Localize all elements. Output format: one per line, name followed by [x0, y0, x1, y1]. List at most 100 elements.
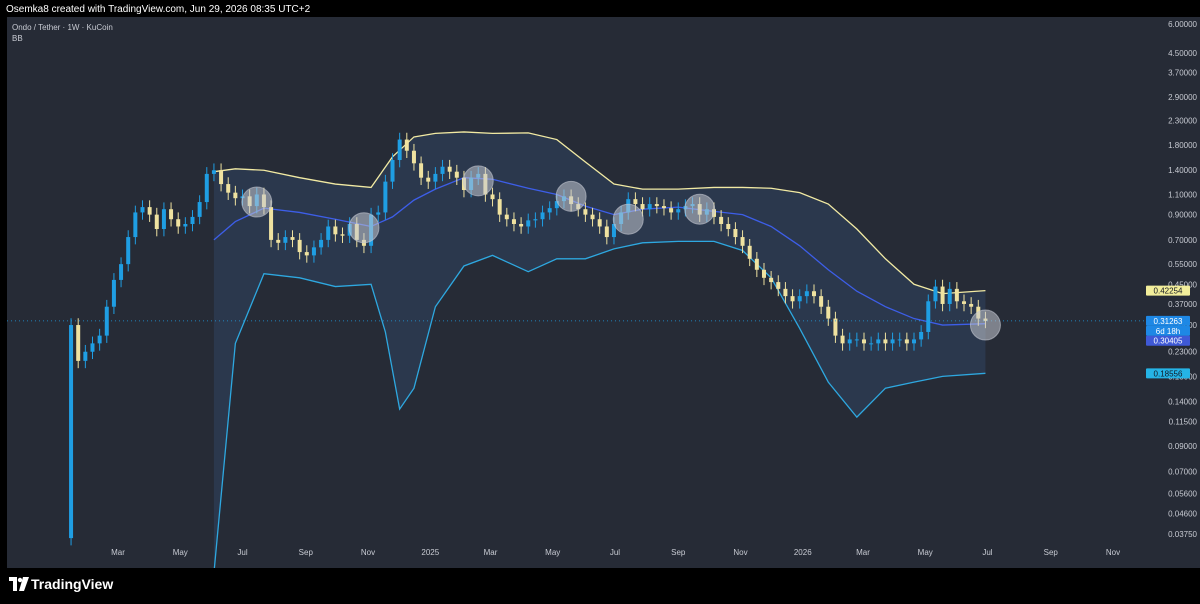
candle-body: [640, 204, 645, 210]
y-tick-label: 6.00000: [1168, 20, 1197, 29]
x-tick-label: Nov: [1106, 548, 1120, 557]
candle-body: [226, 184, 231, 193]
candle-body: [119, 264, 124, 280]
candle-body: [83, 351, 88, 361]
candle-body: [219, 170, 224, 185]
candle-body: [283, 237, 288, 243]
candle-body: [847, 339, 852, 344]
candle[interactable]: [97, 328, 102, 351]
candle-body: [311, 247, 316, 256]
candle-body: [511, 219, 516, 224]
price-axis[interactable]: 6.00000 4.50000 3.70000 2.90000 2.30000 1.800…: [1144, 17, 1200, 568]
highlight-circle: [348, 212, 380, 244]
candle-body: [912, 339, 916, 344]
candle[interactable]: [83, 344, 88, 369]
candle-body: [126, 237, 131, 265]
x-tick-label: Jul: [982, 548, 992, 557]
symbol-legend[interactable]: Ondo / Tether · 1W · KuCoin: [12, 23, 113, 32]
candle[interactable]: [147, 200, 152, 222]
candle[interactable]: [169, 202, 174, 227]
candle-body: [819, 296, 824, 307]
candle-body: [147, 207, 152, 215]
candle-body: [190, 216, 195, 224]
candle-body: [919, 331, 924, 340]
candle-body: [761, 269, 766, 278]
candle-body: [90, 343, 95, 352]
y-tick-label: 2.30000: [1168, 116, 1197, 125]
y-tick-label: 0.23000: [1168, 348, 1197, 357]
candle-body: [333, 226, 338, 235]
candle[interactable]: [90, 336, 95, 360]
candle[interactable]: [126, 230, 131, 272]
x-tick-label: Jul: [237, 548, 247, 557]
candle-body: [583, 209, 588, 215]
candle-body: [804, 291, 809, 297]
candle-body: [197, 202, 202, 217]
candle[interactable]: [111, 273, 116, 315]
candle-body: [154, 214, 159, 230]
candle-body: [440, 166, 445, 174]
x-tick-label: Jul: [610, 548, 620, 557]
candle[interactable]: [69, 318, 74, 546]
candle-body: [176, 219, 181, 227]
candle-body: [883, 339, 888, 344]
y-tick-label: 0.70000: [1168, 236, 1197, 245]
highlight-circle: [462, 165, 494, 197]
candle[interactable]: [76, 318, 81, 369]
svg-text:0.31263: 0.31263: [1154, 317, 1183, 326]
chart-pane[interactable]: Mar May Jul Sep Nov 2025 Mar May Jul Sep Nov 2026 Ma…: [7, 17, 1144, 568]
svg-text:6d 18h: 6d 18h: [1156, 327, 1180, 336]
candle[interactable]: [140, 200, 145, 220]
candle[interactable]: [161, 202, 166, 237]
y-tick-label: 0.37000: [1168, 300, 1197, 309]
candle[interactable]: [154, 207, 159, 237]
x-tick-label: Mar: [111, 548, 125, 557]
candle[interactable]: [176, 212, 181, 234]
y-tick-label: 1.40000: [1168, 166, 1197, 175]
candle-body: [783, 288, 788, 297]
candle[interactable]: [104, 299, 109, 343]
candle-body: [504, 214, 509, 220]
candle[interactable]: [183, 217, 188, 234]
x-tick-label: Nov: [733, 548, 747, 557]
candle[interactable]: [197, 195, 202, 225]
candle-body: [669, 208, 674, 213]
bollinger-band-fill: [213, 131, 986, 568]
candle-body: [547, 208, 552, 213]
candle-body: [876, 339, 881, 344]
candle-body: [290, 237, 295, 240]
svg-text:0.18556: 0.18556: [1154, 369, 1183, 378]
candle-body: [811, 291, 816, 297]
y-tick-label: 2.90000: [1168, 93, 1197, 102]
attribution-text: Osemka8 created with TradingView.com, Ju…: [6, 4, 311, 15]
y-tick-label: 0.04600: [1168, 509, 1197, 518]
candle-body: [790, 296, 795, 302]
candle-body: [419, 163, 424, 178]
candle-body: [340, 234, 345, 236]
candle-body: [654, 204, 659, 207]
y-tick-label: 0.03750: [1168, 530, 1197, 539]
candle-body: [497, 199, 502, 215]
x-tick-label: May: [545, 548, 560, 557]
x-tick-label: 2025: [421, 548, 439, 557]
candle[interactable]: [190, 210, 195, 232]
candle-body: [954, 288, 959, 302]
chart-plot[interactable]: Mar May Jul Sep Nov 2025 Mar May Jul Sep Nov 2026 Ma…: [7, 17, 1144, 568]
candle[interactable]: [119, 257, 124, 288]
candle-body: [926, 301, 931, 332]
candle-body: [897, 339, 902, 341]
candle-body: [69, 325, 74, 539]
x-tick-label: May: [173, 548, 188, 557]
indicator-legend[interactable]: BB: [12, 34, 23, 43]
footer-bar: TradingView: [0, 568, 1200, 604]
candle[interactable]: [133, 205, 138, 245]
candle-body: [597, 219, 602, 227]
candle-body: [111, 279, 116, 307]
candle-body: [726, 223, 731, 230]
candle-body: [633, 199, 638, 205]
y-tick-label: 3.70000: [1168, 69, 1197, 78]
candle[interactable]: [204, 167, 209, 210]
candle-body: [769, 277, 774, 283]
candle-body: [104, 306, 109, 336]
candle-body: [447, 166, 452, 172]
